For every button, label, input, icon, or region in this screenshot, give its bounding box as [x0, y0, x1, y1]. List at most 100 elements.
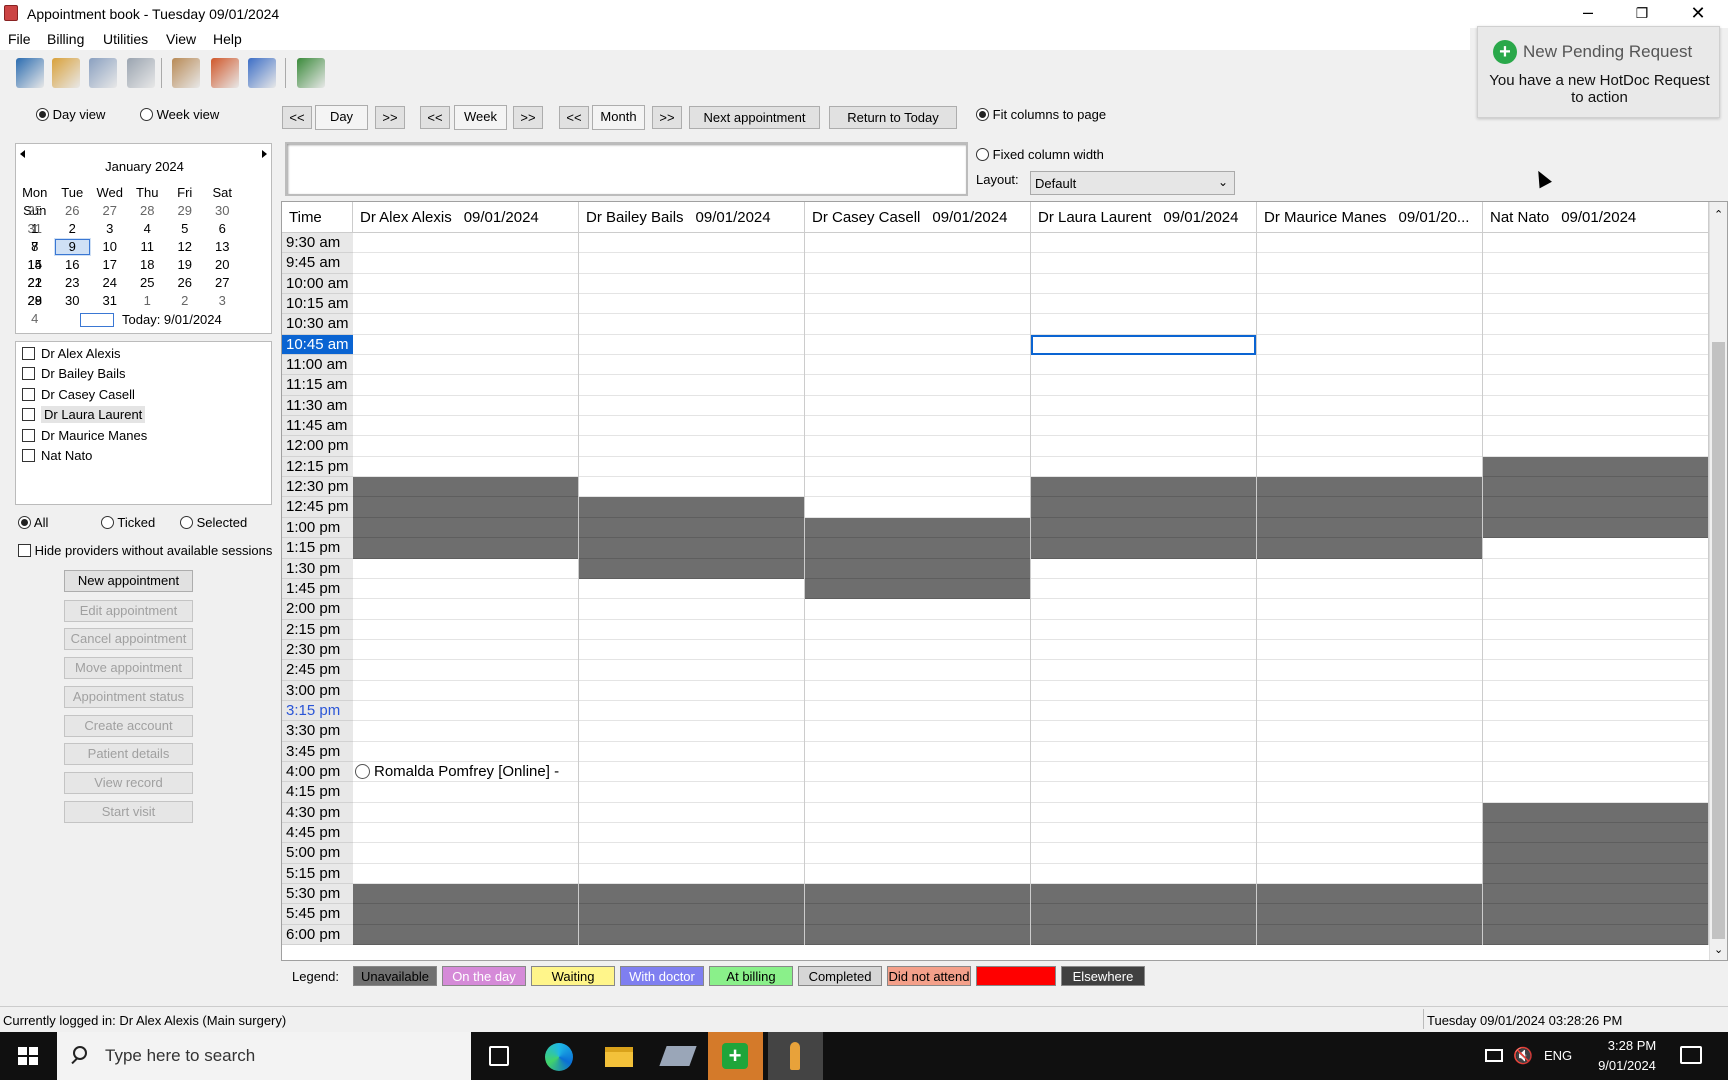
appointment-slot[interactable] [579, 273, 804, 295]
appointment-slot[interactable] [1257, 578, 1482, 600]
file-explorer-icon[interactable] [605, 1047, 633, 1067]
calendar-day[interactable]: 30 [54, 292, 92, 310]
column-header-dr-laura-laurent[interactable]: Dr Laura Laurent 09/01/2024 [1031, 202, 1257, 232]
scroll-up-icon[interactable]: ⌃ [1714, 208, 1723, 221]
appointment-slot[interactable] [1483, 416, 1708, 437]
unavailable-slot[interactable] [1031, 904, 1256, 925]
appointment-slot[interactable] [1031, 721, 1256, 742]
calendar-day[interactable]: 18 [129, 256, 167, 274]
start-button[interactable] [0, 1032, 56, 1080]
appointment-slot[interactable] [805, 761, 1030, 783]
appointment-slot[interactable] [1257, 599, 1482, 620]
calendar-day[interactable]: 24 [91, 274, 129, 292]
unavailable-slot[interactable] [353, 477, 578, 498]
time-slot[interactable]: 10:30 am [282, 314, 353, 335]
calendar-day[interactable]: 26 [54, 202, 92, 220]
calendar-day[interactable]: 3 [91, 220, 129, 238]
appointment-slot[interactable] [353, 822, 578, 844]
appointment-slot[interactable]: Romalda Pomfrey [Online] - [353, 761, 578, 783]
day-view-radio[interactable]: Day view [36, 107, 105, 122]
unavailable-slot[interactable] [579, 538, 804, 559]
unavailable-slot[interactable] [579, 904, 804, 925]
column-header-dr-casey-casell[interactable]: Dr Casey Casell 09/01/2024 [805, 202, 1031, 232]
appointment-slot[interactable] [579, 599, 804, 620]
unavailable-slot[interactable] [1257, 538, 1482, 559]
appointment-slot[interactable] [579, 741, 804, 762]
unavailable-slot[interactable] [1257, 904, 1482, 925]
calendar-day[interactable]: 25 [16, 202, 54, 220]
time-slot[interactable]: 11:15 am [282, 375, 353, 396]
filter-selected-radio-dot[interactable] [180, 516, 193, 529]
calendar-day[interactable]: 25 [129, 274, 167, 292]
notification-panel[interactable]: + New Pending Request You have a new Hot… [1477, 26, 1720, 118]
appointment-slot[interactable] [579, 578, 804, 600]
unavailable-slot[interactable] [1483, 822, 1708, 844]
appointment-slot[interactable] [353, 660, 578, 681]
next-appointment-button[interactable]: Next appointment [689, 106, 820, 129]
appointment-slot[interactable] [1483, 680, 1708, 701]
appointment-slot[interactable] [579, 233, 804, 254]
appointment-slot[interactable] [579, 395, 804, 417]
appointment-slot[interactable] [579, 700, 804, 722]
time-slot[interactable]: 5:30 pm [282, 884, 353, 905]
appointment-slot[interactable] [1483, 761, 1708, 783]
appointment-slot[interactable] [1031, 578, 1256, 600]
appointment-slot[interactable] [805, 680, 1030, 701]
appointment-slot[interactable] [579, 375, 804, 396]
filter-all-radio-dot[interactable] [18, 516, 31, 529]
unavailable-slot[interactable] [1257, 884, 1482, 905]
appointment-slot[interactable] [1257, 802, 1482, 823]
appointment-slot[interactable] [805, 782, 1030, 803]
volume-muted-icon[interactable]: 🔇 [1513, 1046, 1533, 1066]
unavailable-slot[interactable] [1483, 904, 1708, 925]
time-slot[interactable]: 3:00 pm [282, 680, 353, 701]
time-slot[interactable]: 2:15 pm [282, 619, 353, 640]
vertical-scrollbar[interactable]: ⌃ ⌄ [1709, 202, 1727, 960]
calendar-day[interactable]: 30 [204, 202, 242, 220]
appointment-slot[interactable] [353, 619, 578, 640]
appointment-slot[interactable] [1031, 416, 1256, 437]
appointment-slot[interactable] [1483, 253, 1708, 274]
week-button[interactable]: Week [454, 105, 507, 130]
appointment-slot[interactable] [579, 721, 804, 742]
unavailable-slot[interactable] [1031, 538, 1256, 559]
day-button[interactable]: Day [315, 105, 368, 130]
provider-checkbox[interactable] [22, 448, 35, 462]
edge-icon[interactable] [545, 1043, 573, 1071]
appointment-slot[interactable] [353, 375, 578, 396]
provider-item-dr-maurice-manes[interactable]: Dr Maurice Manes [16, 428, 271, 448]
appointment-slot[interactable] [805, 619, 1030, 640]
appointment-slot[interactable] [1031, 456, 1256, 478]
appointment-slot[interactable] [805, 660, 1030, 681]
unavailable-slot[interactable] [1483, 497, 1708, 518]
clock-icon[interactable] [89, 58, 117, 88]
appointment-slot[interactable] [1031, 375, 1256, 396]
unavailable-slot[interactable] [1483, 924, 1708, 946]
unavailable-slot[interactable] [353, 538, 578, 559]
appointment-slot[interactable] [353, 558, 578, 579]
time-slot[interactable]: 5:00 pm [282, 843, 353, 864]
day-view-radio-dot[interactable] [36, 108, 49, 121]
appointment-slot[interactable] [1031, 233, 1256, 254]
language-indicator[interactable]: ENG [1544, 1048, 1572, 1063]
appointment-slot[interactable] [353, 233, 578, 254]
taskbar-time[interactable]: 3:28 PM [1597, 1038, 1667, 1053]
fit-columns-radio-dot[interactable] [976, 108, 989, 121]
column-header-dr-maurice-manes[interactable]: Dr Maurice Manes 09/01/20... [1257, 202, 1483, 232]
appointment-slot[interactable] [579, 334, 804, 356]
calendar-day[interactable]: 31 [91, 292, 129, 310]
provider-checkbox[interactable] [22, 347, 35, 360]
day-prev-button[interactable]: << [282, 106, 312, 129]
unavailable-slot[interactable] [1483, 863, 1708, 884]
appointment-slot[interactable] [1257, 395, 1482, 417]
menu-help[interactable]: Help [213, 31, 242, 47]
unavailable-slot[interactable] [1483, 477, 1708, 498]
appointment-slot[interactable] [579, 802, 804, 823]
appointment-slot[interactable] [1257, 416, 1482, 437]
appointment-slot[interactable] [353, 741, 578, 762]
month-prev-button[interactable]: << [559, 106, 589, 129]
unavailable-slot[interactable] [805, 924, 1030, 946]
calendar-day[interactable]: 17 [91, 256, 129, 274]
calendar-day[interactable]: 1 [129, 292, 167, 310]
column-header-dr-bailey-bails[interactable]: Dr Bailey Bails 09/01/2024 [579, 202, 805, 232]
